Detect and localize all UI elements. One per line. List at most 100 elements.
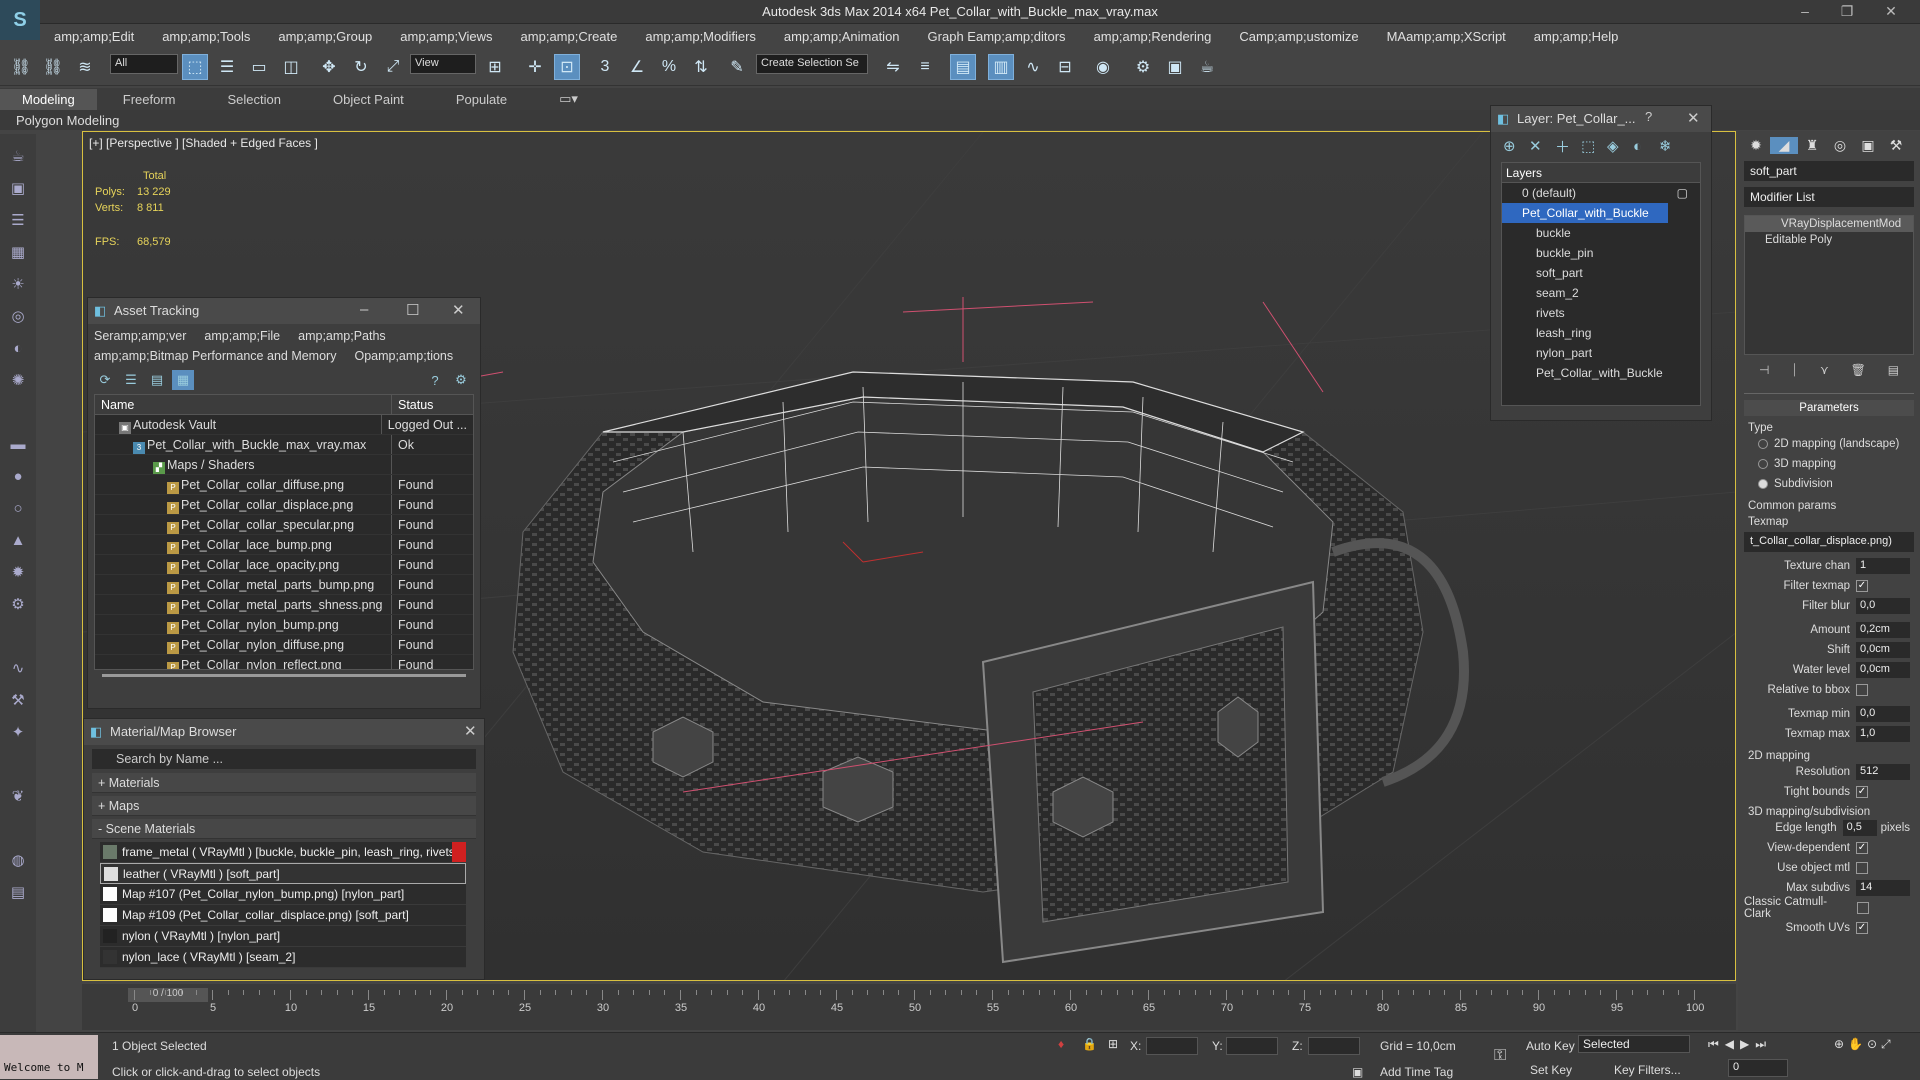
- render-setup-icon[interactable]: ⚙: [1130, 54, 1156, 80]
- unlink-icon[interactable]: ⛓: [40, 54, 66, 80]
- maxscript-icon[interactable]: ▤: [6, 880, 30, 904]
- edit-named-selection-icon[interactable]: ✎: [724, 54, 750, 80]
- asset-minimize-button[interactable]: –: [360, 301, 368, 318]
- pivot-icon[interactable]: ⊞: [482, 54, 508, 80]
- bind-spacewarp-icon[interactable]: ≋: [72, 54, 98, 80]
- highlight-layer-icon[interactable]: ◈: [1607, 137, 1633, 155]
- asset-menu-paths[interactable]: amp;amp;Paths: [298, 326, 386, 346]
- list-item[interactable]: leather ( VRayMtl ) [soft_part]: [100, 863, 466, 884]
- select-object-icon[interactable]: ⬚: [182, 54, 208, 80]
- rect-selection-icon[interactable]: ▭: [246, 54, 272, 80]
- rotate-icon[interactable]: ↻: [348, 54, 374, 80]
- asset-menu-options[interactable]: Opamp;amp;tions: [354, 346, 453, 366]
- object-name-field[interactable]: soft_part: [1744, 161, 1914, 181]
- spinner-snap-icon[interactable]: ⇅: [688, 54, 714, 80]
- asset-scrollbar[interactable]: [102, 674, 466, 677]
- material-editor-icon[interactable]: ◉: [1090, 54, 1116, 80]
- keyboard-shortcut-icon[interactable]: ⊡: [554, 54, 580, 80]
- amount-spinner[interactable]: 0,2cm: [1856, 622, 1910, 638]
- table-row[interactable]: P Pet_Collar_collar_specular.png Found: [95, 515, 473, 535]
- select-manipulate-icon[interactable]: ✛: [522, 54, 548, 80]
- layer-row[interactable]: leash_ring: [1502, 323, 1700, 343]
- shape-icon[interactable]: ✦: [6, 720, 30, 744]
- classic-catmull-checkbox[interactable]: [1857, 902, 1870, 914]
- list-item[interactable]: nylon_lace ( VRayMtl ) [seam_2]: [100, 947, 466, 968]
- category-materials[interactable]: + Materials: [92, 773, 476, 793]
- rendered-frame-icon[interactable]: ▣: [1162, 54, 1188, 80]
- tab-object-paint[interactable]: Object Paint: [307, 92, 430, 107]
- texmap-button[interactable]: t_Collar_collar_displace.png): [1744, 532, 1914, 552]
- z-coord-field[interactable]: [1308, 1037, 1360, 1055]
- asset-maximize-button[interactable]: ☐: [406, 301, 419, 319]
- scale-icon[interactable]: ⤢: [380, 54, 406, 80]
- time-tag-icon[interactable]: ▣: [1352, 1065, 1363, 1079]
- remove-modifier-icon[interactable]: 🗑: [1851, 363, 1866, 387]
- menu-create[interactable]: amp;amp;Create: [507, 29, 632, 44]
- mirror-icon[interactable]: ⇋: [880, 54, 906, 80]
- teapot-icon[interactable]: ☕: [6, 144, 30, 168]
- make-unique-icon[interactable]: ⋎: [1820, 363, 1829, 387]
- move-icon[interactable]: ✥: [316, 54, 342, 80]
- display-tab-icon[interactable]: ▣: [1854, 137, 1882, 154]
- modifier-list-dropdown[interactable]: Modifier List: [1744, 187, 1914, 207]
- viewport-nav-controls[interactable]: ⊕✋⊙⤢: [1834, 1037, 1895, 1052]
- add-to-layer-icon[interactable]: ＋: [1555, 136, 1581, 157]
- relative-bbox-checkbox[interactable]: [1856, 684, 1868, 696]
- menu-animation[interactable]: amp;amp;Animation: [770, 29, 914, 44]
- absolute-mode-icon[interactable]: ⊞: [1108, 1037, 1118, 1051]
- table-row[interactable]: P Pet_Collar_metal_parts_shness.png Found: [95, 595, 473, 615]
- menu-edit[interactable]: amp;amp;Edit: [40, 29, 148, 44]
- table-row[interactable]: P Pet_Collar_metal_parts_bump.png Found: [95, 575, 473, 595]
- asset-menu-file[interactable]: amp;amp;File: [204, 326, 280, 346]
- timeline[interactable]: 0 / 100 0 5 10 15 20 25 30 35 40 45 50 55 60 65 70 75 80…: [82, 984, 1736, 1030]
- y-coord-field[interactable]: [1226, 1037, 1278, 1055]
- smooth-uvs-checkbox[interactable]: ✓: [1856, 922, 1868, 934]
- layer-row[interactable]: Pet_Collar_with_Buckle: [1502, 203, 1668, 223]
- app-logo-icon[interactable]: S: [0, 0, 40, 40]
- material-browser-close-button[interactable]: ✕: [464, 722, 477, 740]
- edge-length-spinner[interactable]: 0,5: [1842, 820, 1877, 836]
- angle-snap-icon[interactable]: ∠: [624, 54, 650, 80]
- spline-icon[interactable]: ∿: [6, 656, 30, 680]
- named-selection-dropdown[interactable]: Create Selection Se: [756, 54, 868, 74]
- layer-titlebar[interactable]: ◧ Layer: Pet_Collar_... ? ✕: [1491, 106, 1711, 132]
- layer-manager-icon[interactable]: ▤: [950, 54, 976, 80]
- list-view-icon[interactable]: ☰: [120, 370, 142, 390]
- category-scene-materials[interactable]: - Scene Materials: [92, 819, 476, 839]
- light-icon[interactable]: ☀: [6, 272, 30, 296]
- radio-3d-mapping[interactable]: 3D mapping: [1744, 454, 1914, 474]
- sun-icon[interactable]: ✹: [6, 560, 30, 584]
- create-tab-icon[interactable]: ✹: [1742, 137, 1770, 154]
- delete-layer-icon[interactable]: ✕: [1529, 137, 1555, 155]
- table-row[interactable]: P Pet_Collar_collar_diffuse.png Found: [95, 475, 473, 495]
- snap-3-icon[interactable]: 3: [592, 54, 618, 80]
- playback-controls[interactable]: ⏮◀▶⏭: [1708, 1037, 1772, 1052]
- shift-spinner[interactable]: 0,0cm: [1856, 642, 1910, 658]
- link-icon[interactable]: ⛓: [8, 54, 34, 80]
- layer-help-button[interactable]: ?: [1645, 109, 1652, 124]
- align-icon[interactable]: ≡: [912, 54, 938, 80]
- table-row[interactable]: P Pet_Collar_nylon_bump.png Found: [95, 615, 473, 635]
- close-button[interactable]: ✕: [1876, 0, 1906, 24]
- layer-close-button[interactable]: ✕: [1687, 109, 1700, 127]
- column-name[interactable]: Name: [95, 395, 392, 414]
- x-coord-field[interactable]: [1146, 1037, 1198, 1055]
- use-object-mtl-checkbox[interactable]: [1856, 862, 1868, 874]
- gear-icon[interactable]: ⚙: [6, 592, 30, 616]
- lock-icon[interactable]: 🔒: [1082, 1037, 1097, 1051]
- table-row[interactable]: P Pet_Collar_lace_bump.png Found: [95, 535, 473, 555]
- isolate-icon[interactable]: ♦: [1058, 1037, 1064, 1051]
- percent-snap-icon[interactable]: %: [656, 54, 682, 80]
- texture-chan-spinner[interactable]: 1: [1856, 558, 1910, 574]
- minimize-button[interactable]: –: [1790, 0, 1820, 24]
- globe-icon[interactable]: ◍: [6, 848, 30, 872]
- set-key-button[interactable]: Set Key: [1530, 1063, 1572, 1077]
- layer-row[interactable]: Pet_Collar_with_Buckle: [1502, 363, 1700, 383]
- filter-texmap-checkbox[interactable]: ✓: [1856, 580, 1868, 592]
- menu-help[interactable]: amp;amp;Help: [1520, 29, 1633, 44]
- max-subdivs-spinner[interactable]: 14: [1856, 880, 1910, 896]
- material-browser-titlebar[interactable]: ◧ Material/Map Browser ✕: [84, 719, 484, 745]
- box-icon[interactable]: ▬: [6, 432, 30, 456]
- list-item[interactable]: Map #107 (Pet_Collar_nylon_bump.png) [ny…: [100, 884, 466, 905]
- tab-selection[interactable]: Selection: [202, 92, 307, 107]
